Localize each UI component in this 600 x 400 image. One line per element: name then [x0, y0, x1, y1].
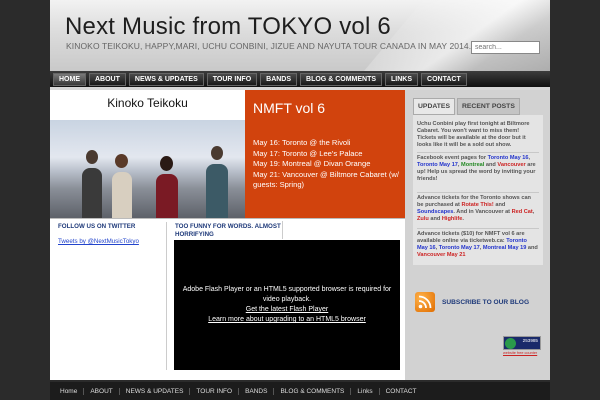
update-item: Facebook event pages for Toronto May 16,…	[417, 155, 539, 183]
update-text: ,	[528, 155, 531, 161]
site-title[interactable]: Next Music from TOKYO vol 6	[65, 13, 391, 41]
featured-band-panel: Kinoko Teikoku	[50, 90, 245, 218]
twitter-feed-link[interactable]: Tweets by @NextMusicTokyo	[58, 238, 139, 245]
sidebar: UPDATES RECENT POSTS Uchu Conbini play fi…	[405, 90, 550, 380]
tour-date: May 21: Vancouver @ Biltmore Cabaret (w/…	[253, 169, 399, 190]
tour-date: May 19: Montreal @ Divan Orange	[253, 159, 371, 168]
update-text: Facebook event pages for	[417, 155, 488, 161]
tour-date: May 16: Toronto @ the Rivoli	[253, 138, 351, 147]
counter-caption[interactable]: website free counter	[503, 351, 537, 355]
update-link[interactable]: Highlife	[442, 216, 463, 222]
footer-nav: Home ABOUT NEWS & UPDATES TOUR INFO BANDS BLO…	[50, 382, 550, 400]
update-link[interactable]: Toronto May 17	[439, 245, 480, 251]
update-divider	[417, 192, 539, 193]
site-header: Next Music from TOKYO vol 6 KINOKO TEIKO…	[50, 0, 550, 71]
nav-item-links[interactable]: LINKS	[385, 72, 419, 86]
site-tagline: KINOKO TEIKOKU, HAPPY,MARI, UCHU CONBINI…	[66, 41, 472, 51]
main-content: Kinoko Teikoku NMFT vol 6 May 16: Toront…	[50, 90, 405, 380]
update-link[interactable]: Montreal May 19	[483, 245, 527, 251]
update-text: and	[484, 162, 498, 168]
update-link[interactable]: Rotate This!	[461, 202, 493, 208]
update-link[interactable]: Toronto May 16	[488, 155, 529, 161]
footer-link-news-updates[interactable]: NEWS & UPDATES	[120, 387, 191, 395]
band-member	[82, 168, 102, 218]
footer-link-links[interactable]: Links	[351, 387, 380, 395]
nav-item-bands[interactable]: BANDS	[260, 72, 298, 86]
twitter-heading: FOLLOW US ON TWITTER	[58, 223, 136, 230]
band-member-head	[160, 156, 173, 171]
twitter-widget: FOLLOW US ON TWITTER Tweets by @NextMusi…	[58, 223, 168, 248]
sidebar-tabs: UPDATES RECENT POSTS	[413, 98, 522, 115]
update-text: Uchu Conbini play first tonight at Biltm…	[417, 121, 530, 148]
update-link[interactable]: Vancouver May 21	[417, 252, 466, 258]
search-input[interactable]	[471, 41, 540, 54]
band-member	[112, 172, 132, 218]
tour-date: May 17: Toronto @ Lee's Palace	[253, 148, 363, 158]
footer-link-blog-comments[interactable]: BLOG & COMMENTS	[274, 387, 352, 395]
update-link[interactable]: Toronto May 17	[417, 162, 458, 168]
nav-item-contact[interactable]: CONTACT	[421, 72, 467, 86]
band-member	[156, 174, 178, 218]
post-title[interactable]: TOO FUNNY FOR WORDS. ALMOST HORRIFYING	[175, 223, 285, 239]
nav-item-home[interactable]: HOME	[53, 72, 86, 86]
tab-recent-posts[interactable]: RECENT POSTS	[456, 98, 520, 115]
update-link[interactable]: Soundscapes	[417, 209, 453, 215]
post-title-divider	[282, 221, 283, 239]
tab-updates[interactable]: UPDATES	[413, 98, 455, 115]
visitor-counter[interactable]: 253985	[503, 336, 541, 350]
counter-logo-icon	[505, 338, 516, 349]
band-member-head	[211, 146, 223, 160]
footer-link-bands[interactable]: BANDS	[239, 387, 275, 395]
footer-link-tour-info[interactable]: TOUR INFO	[190, 387, 240, 395]
content-divider	[50, 218, 405, 219]
main-nav: HOME ABOUT NEWS & UPDATES TOUR INFO BANDS BLO…	[50, 71, 550, 87]
video-player[interactable]: Adobe Flash Player or an HTML5 supported…	[174, 240, 400, 370]
page: Next Music from TOKYO vol 6 KINOKO TEIKO…	[50, 0, 550, 400]
counter-value: 253985	[522, 338, 538, 343]
update-text: and	[428, 216, 442, 222]
band-photo[interactable]	[50, 120, 245, 218]
subscribe-link[interactable]: SUBSCRIBE TO OUR BLOG	[442, 299, 529, 306]
rss-icon[interactable]	[415, 292, 435, 312]
updates-panel: Uchu Conbini play first tonight at Biltm…	[413, 115, 543, 265]
update-divider	[417, 152, 539, 153]
band-member-head	[86, 150, 98, 164]
player-message: Adobe Flash Player or an HTML5 supported…	[182, 286, 392, 303]
tour-title: NMFT vol 6	[253, 100, 326, 116]
tour-dates-panel: NMFT vol 6 May 16: Toronto @ the Rivoli M…	[245, 90, 405, 218]
tour-dates-list: May 16: Toronto @ the Rivoli May 17: Toro…	[253, 138, 403, 191]
update-item: Uchu Conbini play first tonight at Biltm…	[417, 121, 539, 149]
update-link[interactable]: Vancouver	[497, 162, 525, 168]
flash-player-link[interactable]: Get the latest Flash Player	[180, 305, 394, 315]
update-text: and	[526, 245, 538, 251]
footer-link-home[interactable]: Home	[54, 387, 85, 395]
update-item: Advance tickets ($10) for NMFT vol 6 are…	[417, 231, 539, 259]
update-text: and	[493, 202, 506, 208]
footer-link-contact[interactable]: CONTACT	[380, 388, 423, 395]
player-message-block: Adobe Flash Player or an HTML5 supported…	[180, 285, 394, 325]
column-divider	[166, 222, 167, 370]
update-item: Advance tickets for the Toronto shows ca…	[417, 195, 539, 223]
nav-item-news-updates[interactable]: NEWS & UPDATES	[128, 72, 204, 86]
update-link[interactable]: Montreal	[461, 162, 484, 168]
band-member	[206, 164, 228, 218]
update-divider	[417, 228, 539, 229]
nav-item-about[interactable]: ABOUT	[89, 72, 126, 86]
update-text: .	[462, 216, 464, 222]
update-link[interactable]: Red Cat	[512, 209, 533, 215]
html5-browser-link[interactable]: Learn more about upgrading to an HTML5 b…	[180, 315, 394, 325]
nav-item-tour-info[interactable]: TOUR INFO	[206, 72, 258, 86]
update-text: ,	[532, 209, 535, 215]
update-link[interactable]: Zulu	[417, 216, 429, 222]
update-text: . And in Vancouver at	[453, 209, 512, 215]
nav-item-blog-comments[interactable]: BLOG & COMMENTS	[300, 72, 383, 86]
band-member-head	[115, 154, 128, 168]
footer-link-about[interactable]: ABOUT	[84, 387, 120, 395]
band-name: Kinoko Teikoku	[107, 96, 188, 110]
